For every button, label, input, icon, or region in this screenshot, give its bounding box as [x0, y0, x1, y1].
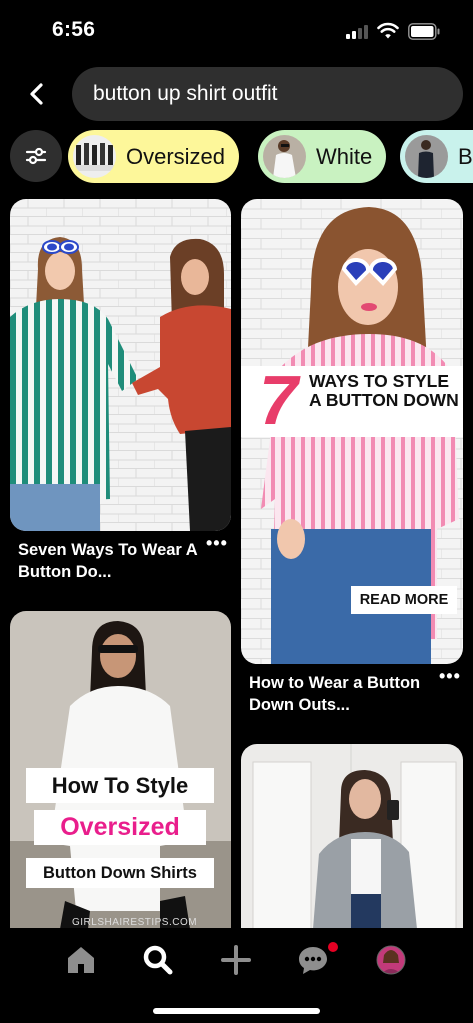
status-bar: 6:56: [0, 0, 473, 64]
chevron-left-icon: [30, 83, 43, 105]
battery-icon: [408, 23, 440, 40]
nav-profile-button[interactable]: [367, 938, 415, 982]
pin-title-how-to-wear[interactable]: How to Wear a Button Down Outs...: [249, 672, 439, 716]
chip-b-thumbnail: [405, 135, 448, 178]
search-input[interactable]: button up shirt outfit: [72, 67, 463, 121]
pin-watermark: GIRLSHAIRESTIPS.COM: [72, 917, 198, 928]
pin-overlay-number: 7: [259, 361, 298, 439]
striped-shirt-photo: [10, 199, 231, 531]
nav-search-button[interactable]: [134, 938, 182, 982]
chip-b[interactable]: B: [400, 130, 473, 183]
notification-dot: [328, 942, 338, 952]
messages-icon: [299, 947, 327, 974]
nav-home-button[interactable]: [57, 938, 105, 982]
nav-create-button[interactable]: [212, 938, 260, 982]
profile-avatar: [376, 945, 406, 975]
pin-image-how-to-wear[interactable]: 7 WAYS TO STYLE A BUTTON DOWN READ MORE: [241, 199, 463, 664]
chip-b-label: B: [458, 143, 473, 169]
chip-oversized-label: Oversized: [126, 143, 226, 169]
mirror-selfie-photo: [241, 744, 463, 929]
chip-oversized[interactable]: Oversized: [68, 130, 240, 183]
pin-overlay-line2: Oversized: [34, 810, 206, 845]
read-more-badge: READ MORE: [351, 586, 457, 614]
home-icon: [68, 947, 94, 973]
cellular-signal-icon: [346, 24, 370, 39]
pin-image-mirror-selfie[interactable]: [241, 744, 463, 929]
status-time: 6:56: [52, 18, 96, 41]
nav-messages-button[interactable]: [290, 938, 338, 982]
pin-image-seven-ways[interactable]: [10, 199, 231, 531]
pin-title-seven-ways[interactable]: Seven Ways To Wear A Button Do...: [18, 539, 203, 583]
chip-oversized-thumbnail: [73, 135, 116, 178]
pin-more-options-1[interactable]: •••: [206, 533, 228, 554]
back-button[interactable]: [20, 76, 56, 112]
chip-white[interactable]: White: [258, 130, 387, 183]
pin-image-oversized[interactable]: How To Style Oversized Button Down Shirt…: [10, 611, 231, 929]
filters-button[interactable]: [10, 130, 62, 182]
filter-chip-bar: Oversized White B: [10, 130, 473, 184]
search-query: button up shirt outfit: [93, 82, 278, 105]
pin-more-options-2[interactable]: •••: [439, 666, 461, 687]
pin-overlay-line3: Button Down Shirts: [26, 858, 214, 888]
search-icon: [143, 945, 173, 975]
chip-white-thumbnail: [263, 135, 306, 178]
sliders-icon: [25, 147, 47, 165]
pin-overlay-text: WAYS TO STYLE A BUTTON DOWN: [309, 371, 459, 410]
pin-overlay-banner: 7 WAYS TO STYLE A BUTTON DOWN: [241, 361, 463, 439]
home-indicator: [153, 1008, 320, 1014]
wifi-icon: [377, 22, 399, 39]
plus-icon: [221, 945, 251, 975]
chip-white-label: White: [316, 143, 373, 169]
pin-overlay-line1: How To Style: [26, 768, 214, 803]
